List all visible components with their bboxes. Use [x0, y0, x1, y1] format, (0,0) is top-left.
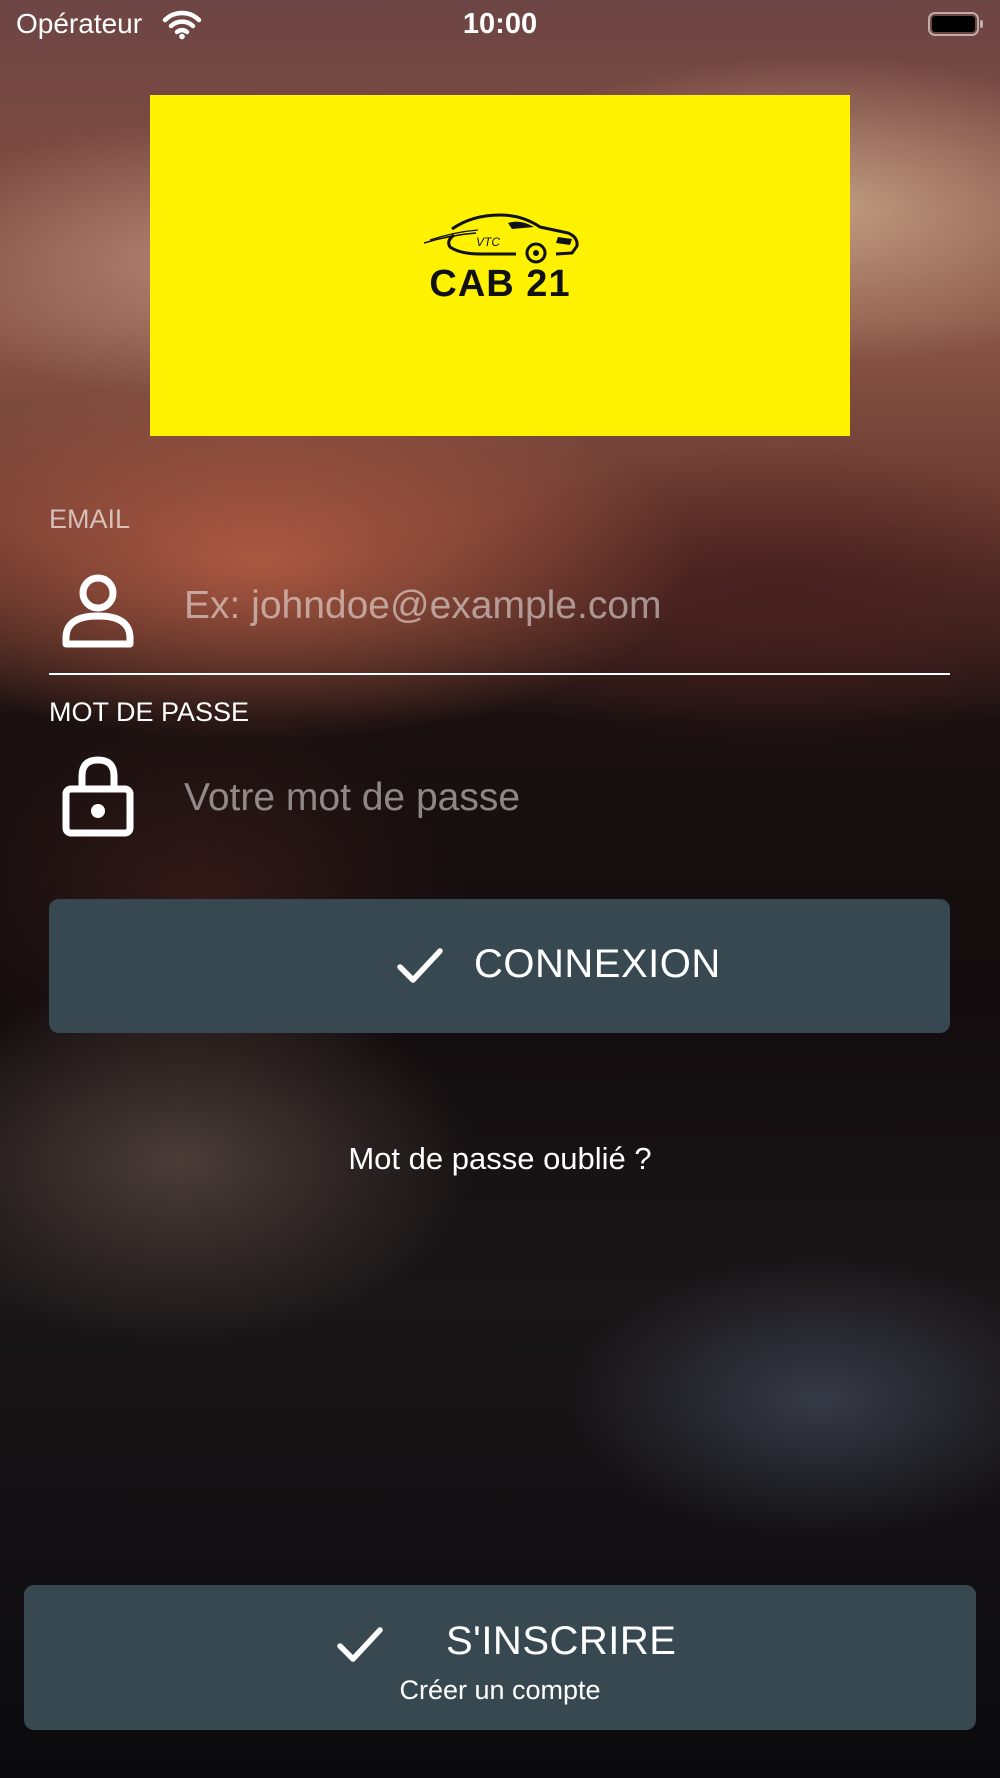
signup-button-label: S'INSCRIRE	[446, 1619, 677, 1663]
lock-icon	[62, 756, 134, 837]
check-icon	[397, 948, 443, 983]
logo-badge: VTC	[476, 235, 500, 249]
login-button-label: CONNEXION	[474, 942, 721, 986]
check-icon	[337, 1627, 383, 1662]
password-label: MOT DE PASSE	[49, 697, 250, 727]
status-time: 10:00	[462, 8, 538, 40]
login-button[interactable]: CONNEXION	[49, 899, 950, 1033]
car-icon	[423, 213, 579, 264]
email-label: EMAIL	[49, 504, 131, 534]
logo-text: CAB 21	[429, 263, 571, 305]
signup-button-sublabel: Créer un compte	[399, 1675, 601, 1705]
status-bar: Opérateur 10:00	[0, 0, 1000, 50]
email-underline	[49, 673, 950, 675]
battery-icon	[928, 12, 983, 36]
email-input[interactable]	[184, 576, 944, 636]
user-icon	[62, 574, 134, 648]
app-logo: VTC CAB 21	[150, 95, 850, 436]
forgot-password-link[interactable]: Mot de passe oublié ?	[0, 1141, 1000, 1177]
password-input[interactable]	[184, 768, 944, 828]
signup-button[interactable]: S'INSCRIRE Créer un compte	[24, 1585, 976, 1730]
